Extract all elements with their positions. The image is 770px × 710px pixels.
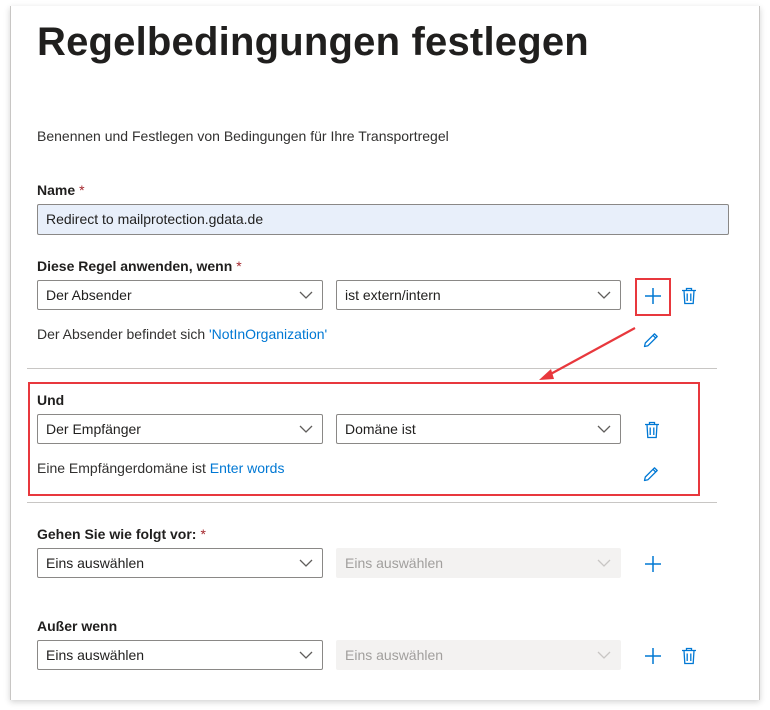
and-info-text: Eine Empfängerdomäne ist [37,460,210,476]
pencil-icon [643,467,658,482]
and-value-value: Domäne ist [345,421,416,437]
trash-icon [682,647,696,665]
exception-label: Außer wenn [37,618,118,634]
apply-rule-info: Der Absender befindet sich 'NotInOrganiz… [37,326,327,342]
apply-rule-label: Diese Regel anwenden, wenn * [37,258,242,274]
enter-words-link[interactable]: Enter words [210,460,285,476]
and-condition-select[interactable]: Der Empfänger [37,414,323,444]
apply-rule-condition-select[interactable]: Der Absender [37,280,323,310]
and-condition-value: Der Empfänger [46,421,141,437]
name-label-text: Name [37,182,76,198]
trash-icon [682,287,696,305]
and-value-select[interactable]: Domäne ist [336,414,621,444]
rule-conditions-panel: Regelbedingungen festlegen Benennen und … [10,6,760,700]
exception-condition-value: Eins auswählen [46,647,145,663]
delete-and-condition-button[interactable] [640,418,664,442]
action-condition-select[interactable]: Eins auswählen [37,548,323,578]
trash-icon [645,421,659,439]
apply-rule-value-value: ist extern/intern [345,287,441,303]
chevron-down-icon [597,559,611,567]
plus-icon [645,288,661,304]
page-title: Regelbedingungen festlegen [37,20,589,64]
not-in-organization-link[interactable]: 'NotInOrganization' [209,326,327,342]
action-value-select: Eins auswählen [336,548,621,578]
exception-value-value: Eins auswählen [345,647,444,663]
delete-condition-button[interactable] [677,284,701,308]
action-label: Gehen Sie wie folgt vor: * [37,526,206,542]
page-description: Benennen und Festlegen von Bedingungen f… [37,128,449,144]
name-input[interactable]: Redirect to mailprotection.gdata.de [37,204,729,235]
exception-value-select: Eins auswählen [336,640,621,670]
section-divider [27,502,717,503]
required-mark: * [200,526,206,542]
add-action-button[interactable] [641,552,665,576]
chevron-down-icon [597,291,611,299]
edit-and-condition-button[interactable] [639,462,663,486]
action-label-text: Gehen Sie wie folgt vor: [37,526,197,542]
and-condition-info: Eine Empfängerdomäne ist Enter words [37,460,284,476]
chevron-down-icon [597,651,611,659]
plus-icon [645,648,661,664]
pencil-icon [643,333,658,348]
edit-apply-rule-button[interactable] [639,328,663,352]
apply-rule-condition-value: Der Absender [46,287,132,303]
action-value-value: Eins auswählen [345,555,444,571]
apply-rule-info-text: Der Absender befindet sich [37,326,209,342]
chevron-down-icon [299,651,313,659]
add-condition-button[interactable] [641,284,665,308]
annotation-arrow-icon [539,327,636,380]
required-mark: * [236,258,242,274]
name-label: Name * [37,182,85,198]
add-exception-button[interactable] [641,644,665,668]
action-condition-value: Eins auswählen [46,555,145,571]
delete-exception-button[interactable] [677,644,701,668]
and-label: Und [37,392,65,408]
exception-condition-select[interactable]: Eins auswählen [37,640,323,670]
chevron-down-icon [299,425,313,433]
chevron-down-icon [299,291,313,299]
required-mark: * [79,182,85,198]
chevron-down-icon [597,425,611,433]
apply-rule-label-text: Diese Regel anwenden, wenn [37,258,233,274]
plus-icon [645,556,661,572]
chevron-down-icon [299,559,313,567]
apply-rule-value-select[interactable]: ist extern/intern [336,280,621,310]
